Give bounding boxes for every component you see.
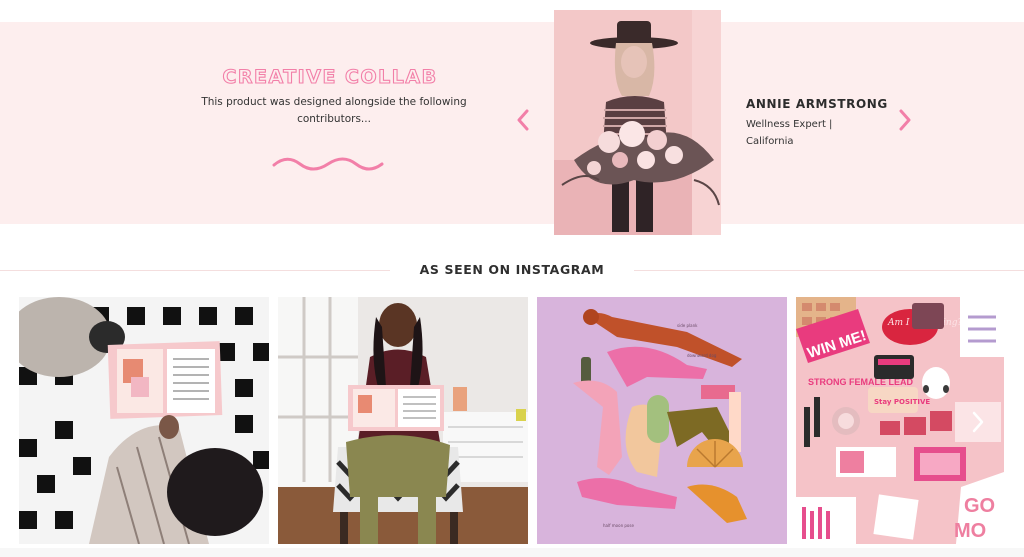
carousel-next-button[interactable]	[955, 402, 1001, 442]
contributor-portrait	[554, 10, 721, 235]
svg-text:half moon pose: half moon pose	[603, 523, 634, 528]
svg-text:MO: MO	[954, 520, 986, 542]
svg-text:downward dog: downward dog	[687, 353, 717, 358]
footer-strip	[0, 548, 1024, 557]
instagram-post-woman-with-planner[interactable]	[278, 297, 528, 544]
instagram-post-yoga-illustration[interactable]: side plank downward dog half moon pose	[537, 297, 787, 544]
instagram-heading: AS SEEN ON INSTAGRAM	[419, 262, 605, 277]
wave-divider-icon	[272, 157, 384, 171]
collab-title: CREATIVE COLLAB	[222, 65, 438, 88]
divider-line-right	[634, 270, 1024, 271]
chevron-right-icon[interactable]	[893, 107, 917, 133]
divider-line-left	[0, 270, 390, 271]
contributor-role: Wellness Expert | California	[746, 119, 833, 147]
contributor-name: ANNIE ARMSTRONG	[746, 97, 888, 111]
svg-text:GO: GO	[964, 495, 995, 517]
collab-description: This product was designed alongside the …	[201, 96, 467, 125]
svg-text:side plank: side plank	[677, 323, 698, 328]
chevron-left-icon[interactable]	[511, 107, 535, 133]
flatlay-text-stay-positive: Stay POSITIVE	[874, 398, 930, 406]
instagram-post-planner-blanket[interactable]	[19, 297, 269, 544]
chevron-right-icon	[972, 411, 984, 433]
